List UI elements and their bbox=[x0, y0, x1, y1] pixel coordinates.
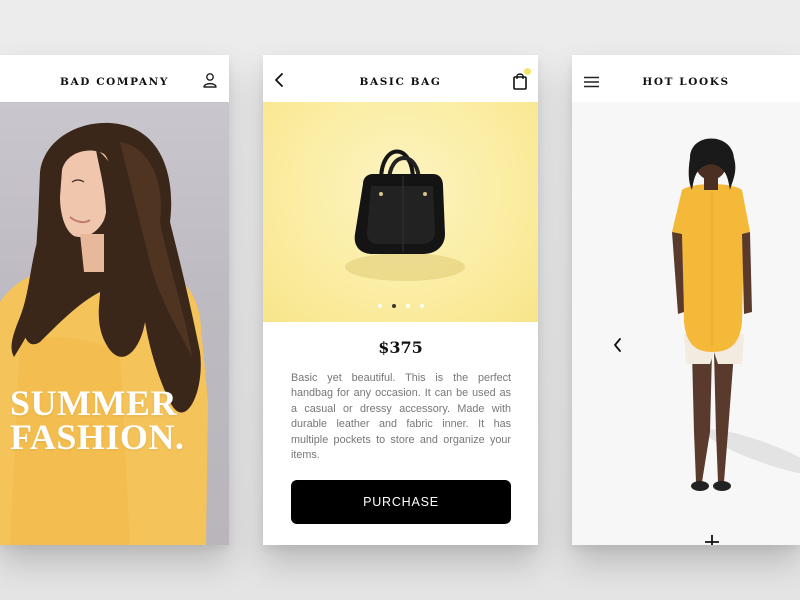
product-image bbox=[263, 102, 538, 322]
look-model-image bbox=[572, 102, 800, 545]
cart-badge bbox=[524, 68, 531, 75]
carousel-dots bbox=[263, 304, 538, 310]
looks-header: HOT LOOKS bbox=[572, 55, 800, 102]
hero-title-line1: SUMMER bbox=[10, 383, 177, 423]
screen-basic-bag: BASIC BAG $375 Basic yet beautiful. This… bbox=[263, 55, 538, 545]
hero-title-line2: FASHION. bbox=[10, 417, 185, 457]
screen-hot-looks: HOT LOOKS bbox=[572, 55, 800, 545]
purchase-button[interactable]: PURCHASE bbox=[291, 480, 511, 524]
app-header: BAD COMPANY bbox=[0, 55, 229, 102]
product-title: BASIC BAG bbox=[359, 76, 442, 88]
chevron-left-icon[interactable] bbox=[612, 337, 624, 353]
hero-image-model: SUMMER FASHION. bbox=[0, 102, 229, 545]
carousel-dot-active[interactable] bbox=[391, 304, 396, 308]
app-title: BAD COMPANY bbox=[60, 76, 169, 88]
carousel-dot[interactable] bbox=[419, 304, 424, 308]
looks-title: HOT LOOKS bbox=[642, 76, 730, 88]
user-icon[interactable] bbox=[202, 72, 218, 88]
carousel-dot[interactable] bbox=[377, 304, 382, 308]
product-description: Basic yet beautiful. This is the perfect… bbox=[291, 372, 511, 462]
product-header: BASIC BAG bbox=[263, 55, 538, 102]
carousel-dot[interactable] bbox=[405, 304, 410, 308]
plus-icon[interactable] bbox=[704, 534, 720, 545]
product-price: $375 bbox=[378, 338, 423, 357]
screen-bad-company: BAD COMPANY SUMMER FASHION. bbox=[0, 55, 229, 545]
